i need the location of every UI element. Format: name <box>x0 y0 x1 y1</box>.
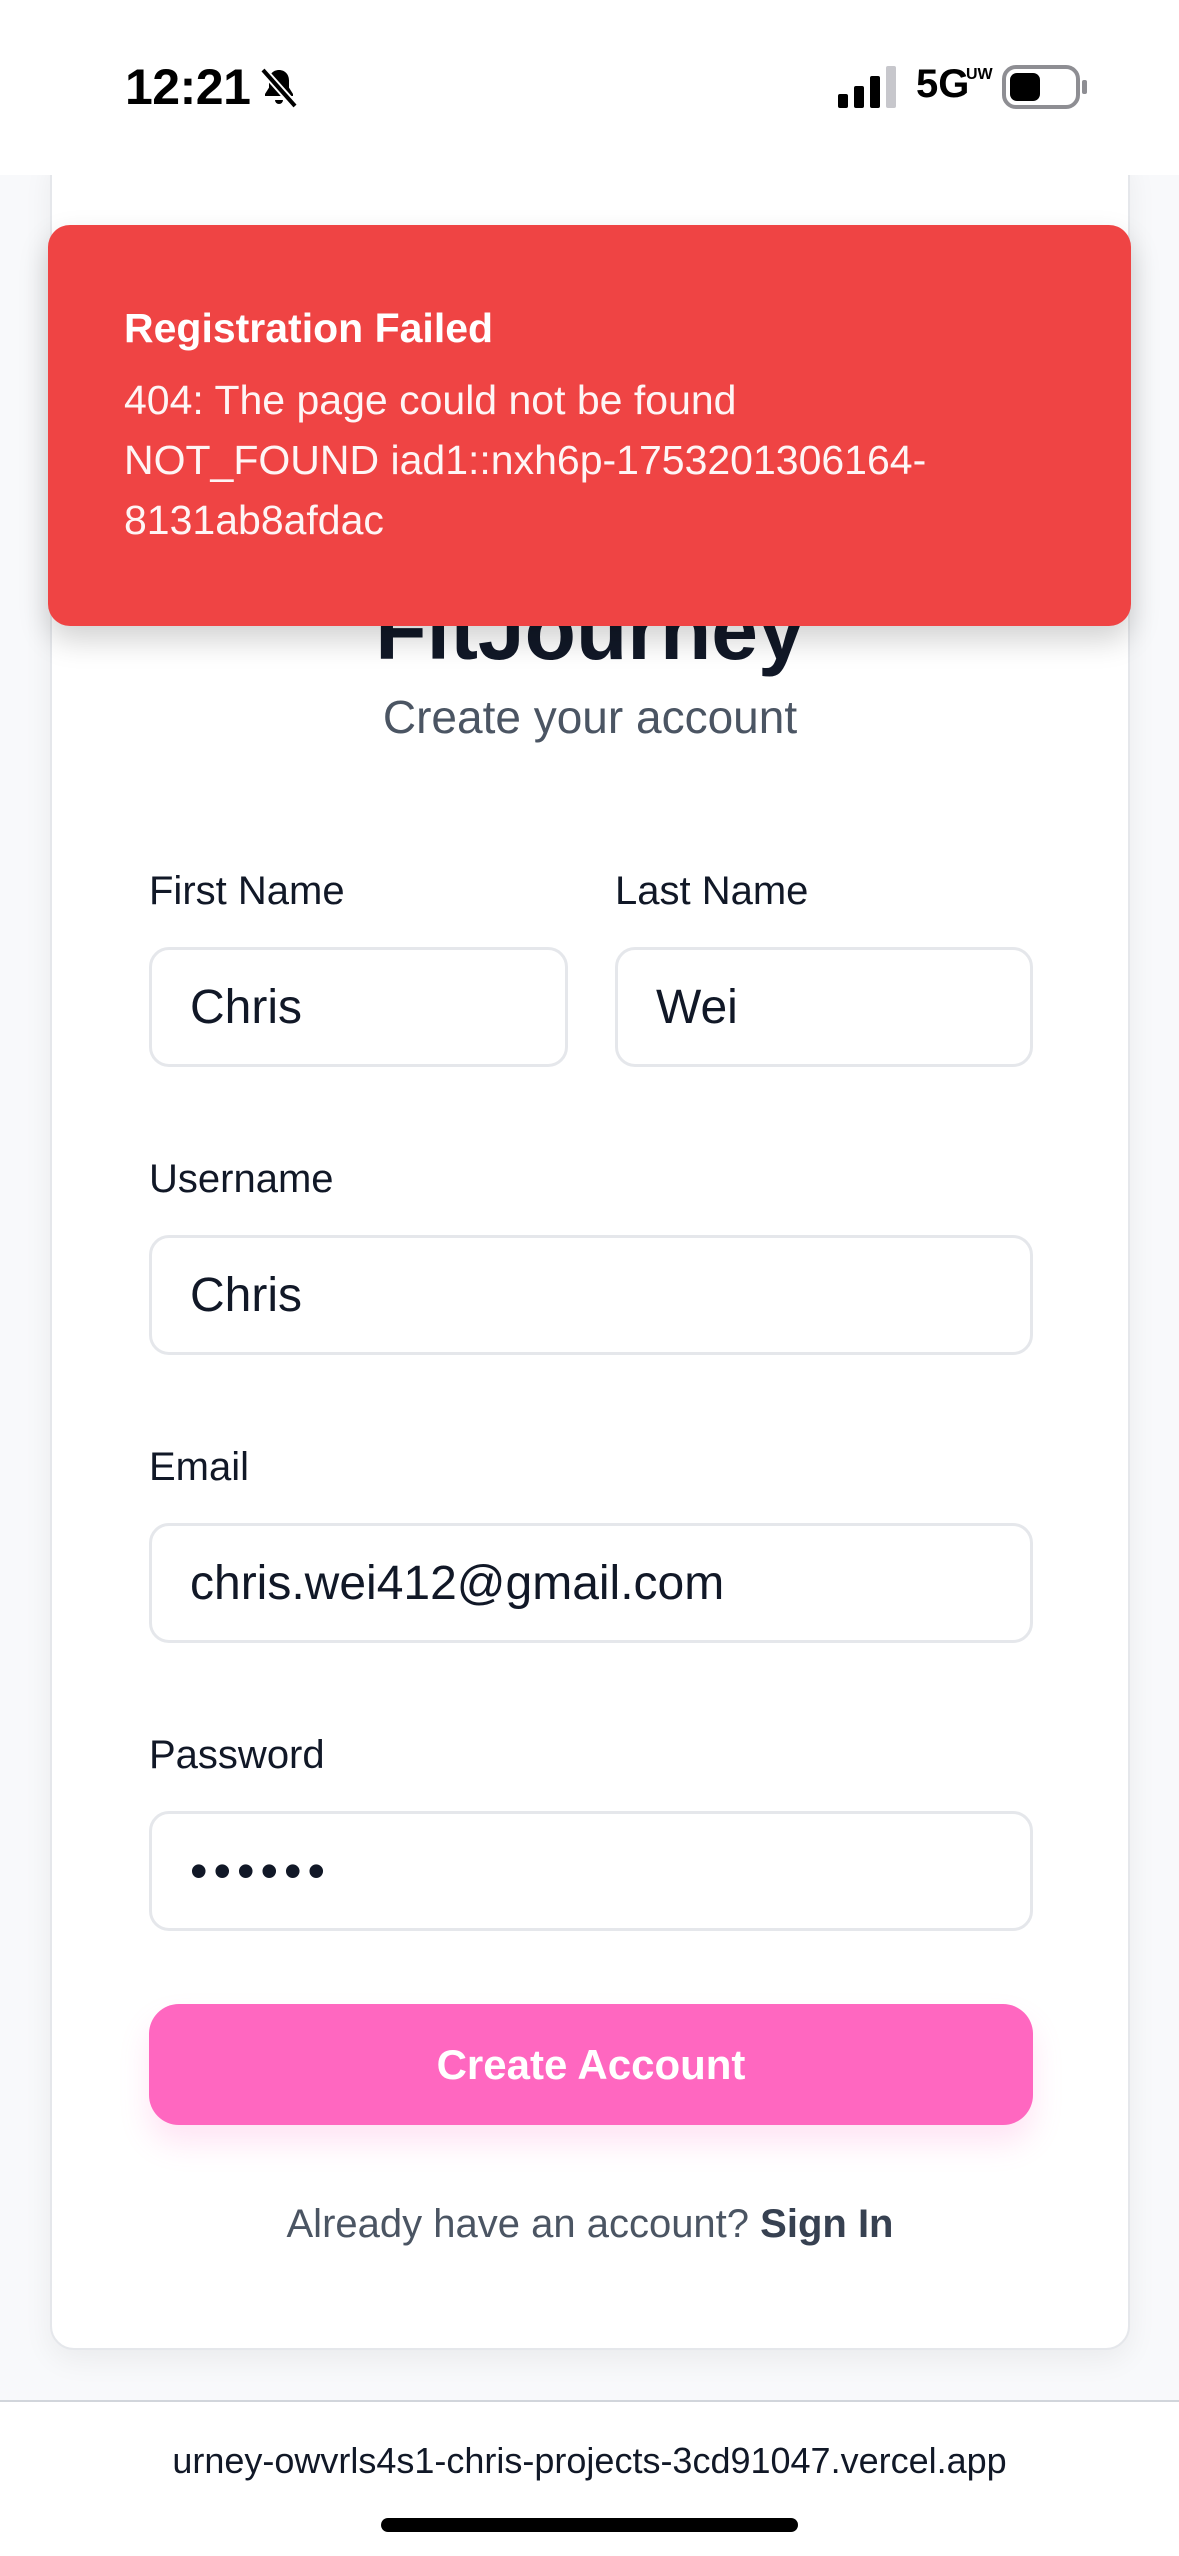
last-name-label: Last Name <box>615 869 809 913</box>
password-label: Password <box>149 1733 325 1777</box>
battery-icon <box>1002 65 1087 109</box>
signin-prompt-row: Already have an account? Sign In <box>52 2202 1128 2247</box>
cellular-signal-icon <box>838 66 896 108</box>
first-name-field[interactable] <box>149 947 568 1067</box>
signin-prompt-text: Already have an account? <box>286 2202 750 2246</box>
page-subtitle: Create your account <box>382 691 798 743</box>
status-time: 12:21 <box>125 59 251 115</box>
network-badge: UW <box>966 66 993 83</box>
home-indicator[interactable] <box>381 2518 798 2532</box>
sign-in-link[interactable]: Sign In <box>760 2202 893 2246</box>
url-text[interactable]: urney-owvrls4s1-chris-projects-3cd91047.… <box>0 2440 1179 2482</box>
app-screen: 12:21 5G UW FitJourney Create your accou… <box>0 0 1179 2556</box>
status-bar: 12:21 5G UW <box>0 0 1179 175</box>
username-label: Username <box>149 1157 334 1201</box>
first-name-label: First Name <box>149 869 345 913</box>
last-name-field[interactable] <box>615 947 1033 1067</box>
toast-message-line: 404: The page could not be found <box>124 377 737 423</box>
email-label: Email <box>149 1445 250 1489</box>
browser-url-bar[interactable]: urney-owvrls4s1-chris-projects-3cd91047.… <box>0 2400 1179 2556</box>
username-field[interactable] <box>149 1235 1033 1355</box>
email-field[interactable] <box>149 1523 1033 1643</box>
toast-message-line: 8131ab8afdac <box>124 497 384 543</box>
toast-title: Registration Failed <box>124 305 494 351</box>
error-toast[interactable]: Registration Failed 404: The page could … <box>48 225 1131 626</box>
network-type: 5G <box>916 62 970 106</box>
toast-message-line: NOT_FOUND iad1::nxh6p-1753201306164- <box>124 437 927 483</box>
bell-muted-icon <box>260 67 298 109</box>
password-field[interactable] <box>149 1811 1033 1931</box>
create-account-button[interactable]: Create Account <box>149 2004 1033 2125</box>
